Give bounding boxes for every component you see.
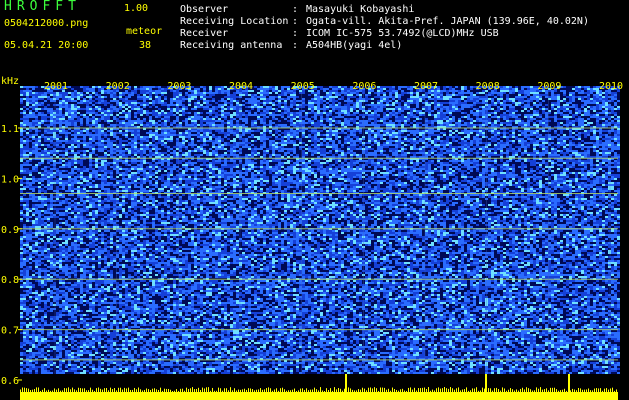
y-tick-label: 0.7 — [1, 326, 19, 337]
receiver-colon: : — [292, 28, 298, 40]
x-tick-label: 2010 — [599, 81, 623, 92]
y-tick-label: 0.9 — [1, 225, 19, 236]
location-label: Receiving Location — [180, 16, 288, 28]
antenna-colon: : — [292, 40, 298, 52]
meteor-count: 38 — [139, 40, 151, 52]
x-tick-label: 2003 — [167, 81, 191, 92]
observer-value: Masayuki Kobayashi — [306, 4, 414, 16]
x-tick-label: 2004 — [229, 81, 253, 92]
y-axis-unit: kHz — [1, 76, 19, 87]
x-tick-label: 2008 — [476, 81, 500, 92]
receiver-label: Receiver — [180, 28, 228, 40]
antenna-label: Receiving antenna — [180, 40, 282, 52]
x-tick-label: 2007 — [414, 81, 438, 92]
file-name: 0504212000.png — [4, 18, 88, 30]
app-version: 1.00 — [124, 3, 148, 15]
location-value: Ogata-vill. Akita-Pref. JAPAN (139.96E, … — [306, 16, 589, 28]
amplitude-strip — [20, 392, 618, 400]
observer-colon: : — [292, 4, 298, 16]
observer-label: Observer — [180, 4, 228, 16]
spectrogram-noise — [20, 86, 620, 374]
meteor-label: meteor — [126, 26, 162, 38]
receiver-value: ICOM IC-575 53.7492(@LCD)MHz USB — [306, 28, 499, 40]
meteor-spike — [568, 374, 570, 392]
y-tick-label: 1.0 — [1, 174, 19, 185]
spectrogram: kHz 1.1 1.0 0.9 0.8 0.7 0.6 2001 2002 2003 2004 2… — [0, 74, 629, 400]
meteor-spike — [485, 374, 487, 392]
app-title: HROFFT — [4, 0, 81, 13]
y-tick-label: 1.1 — [1, 124, 19, 135]
y-tick-label: 0.6 — [1, 376, 19, 387]
x-tick-label: 2002 — [106, 81, 130, 92]
location-colon: : — [292, 16, 298, 28]
x-tick-label: 2001 — [44, 81, 68, 92]
antenna-value: A504HB(yagi 4el) — [306, 40, 402, 52]
x-tick-label: 2005 — [291, 81, 315, 92]
header-panel: HROFFT 1.00 0504212000.png meteor 38 05.… — [0, 0, 629, 74]
meteor-spike — [345, 374, 347, 392]
y-tick-label: 0.8 — [1, 275, 19, 286]
x-tick-label: 2006 — [352, 81, 376, 92]
x-tick-label: 2009 — [537, 81, 561, 92]
file-datetime: 05.04.21 20:00 — [4, 40, 88, 52]
